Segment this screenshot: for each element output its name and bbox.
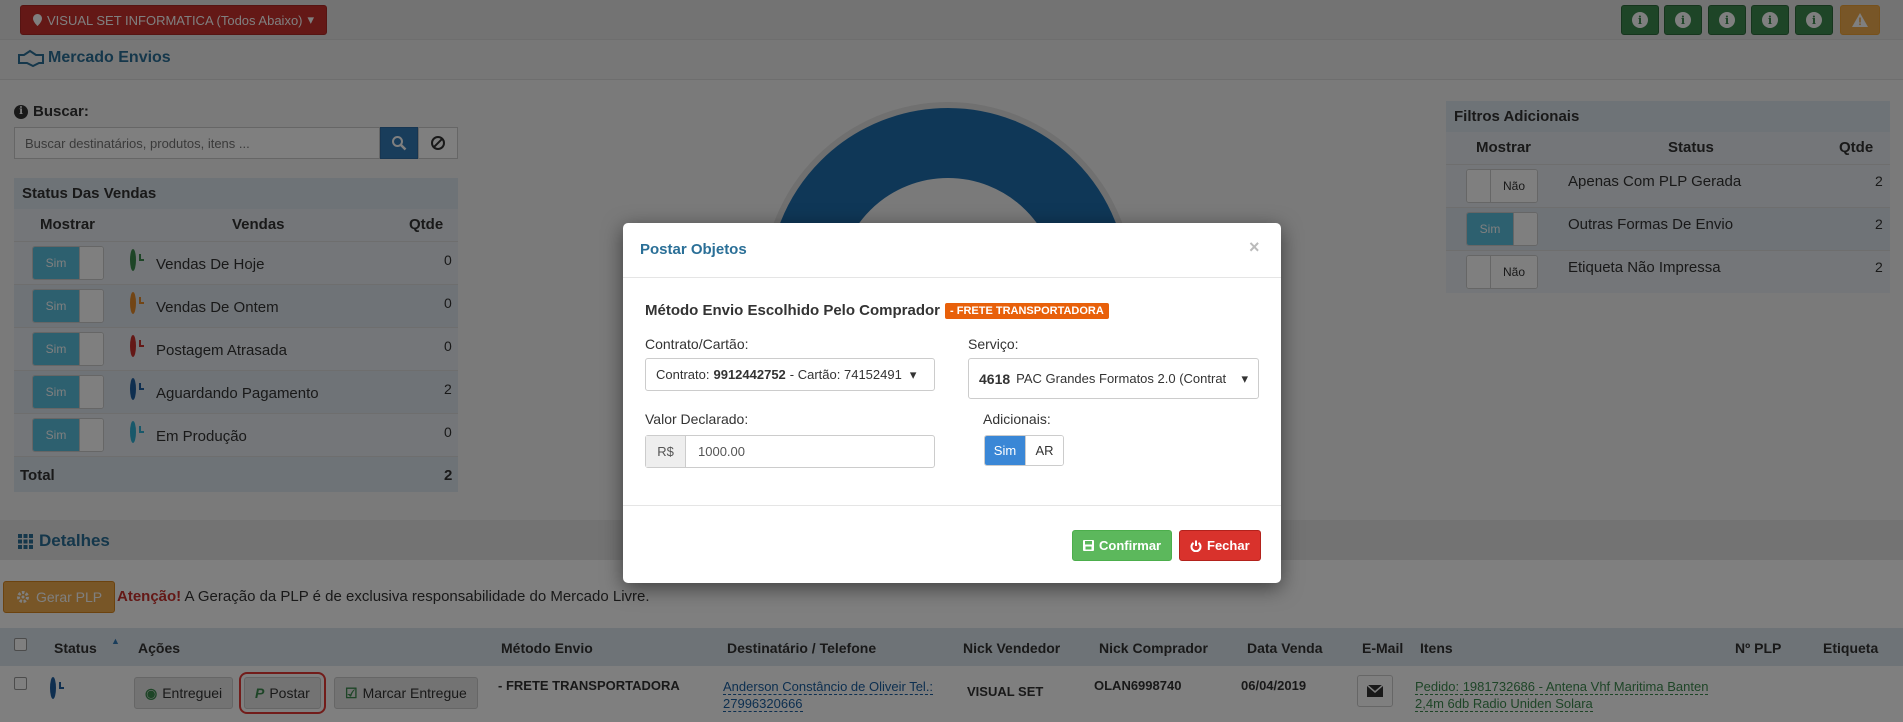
- fechar-button[interactable]: Fechar: [1179, 530, 1261, 561]
- confirm-button[interactable]: Confirmar: [1072, 530, 1173, 561]
- service-label: Serviço:: [968, 336, 1019, 352]
- value-input-group: R$ 1000.00: [645, 435, 935, 468]
- contract-number: 9912442752: [713, 367, 786, 382]
- caret-down-icon: ▾: [909, 366, 917, 382]
- contract-prefix: Contrato:: [656, 367, 710, 382]
- currency-addon: R$: [646, 436, 686, 467]
- fechar-label: Fechar: [1207, 538, 1250, 553]
- extras-label: Adicionais:: [983, 411, 1051, 427]
- postar-objetos-modal: Postar Objetos × Método Envio Escolhido …: [623, 223, 1281, 583]
- value-label: Valor Declarado:: [645, 411, 749, 427]
- declared-value-input[interactable]: 1000.00: [686, 444, 745, 459]
- modal-title: Postar Objetos: [640, 241, 747, 258]
- service-name: PAC Grandes Formatos 2.0 (Contrat: [1016, 371, 1227, 386]
- contract-label: Contrato/Cartão:: [645, 336, 749, 352]
- modal-close-icon[interactable]: ×: [1249, 237, 1260, 258]
- method-badge: - FRETE TRANSPORTADORA: [945, 302, 1109, 319]
- extras-toggle[interactable]: Sim AR: [984, 435, 1064, 466]
- extra-ar[interactable]: AR: [1025, 436, 1063, 465]
- save-icon: [1083, 540, 1094, 551]
- modal-header-divider: [623, 277, 1281, 278]
- caret-down-icon: ▾: [1241, 370, 1248, 386]
- confirm-label: Confirmar: [1099, 538, 1162, 553]
- service-code: 4618: [979, 370, 1011, 387]
- method-row: Método Envio Escolhido Pelo Comprador - …: [645, 302, 1109, 319]
- service-select[interactable]: 4618 PAC Grandes Formatos 2.0 (Contrat ▾: [968, 358, 1259, 399]
- contract-select[interactable]: Contrato: 9912442752 - Cartão: 74152491 …: [645, 358, 935, 391]
- method-label: Método Envio Escolhido Pelo Comprador: [645, 302, 941, 319]
- modal-footer-divider: [623, 505, 1281, 506]
- card-text: - Cartão: 74152491: [789, 367, 902, 382]
- extra-sim[interactable]: Sim: [985, 436, 1025, 465]
- power-off-icon: [1190, 540, 1202, 552]
